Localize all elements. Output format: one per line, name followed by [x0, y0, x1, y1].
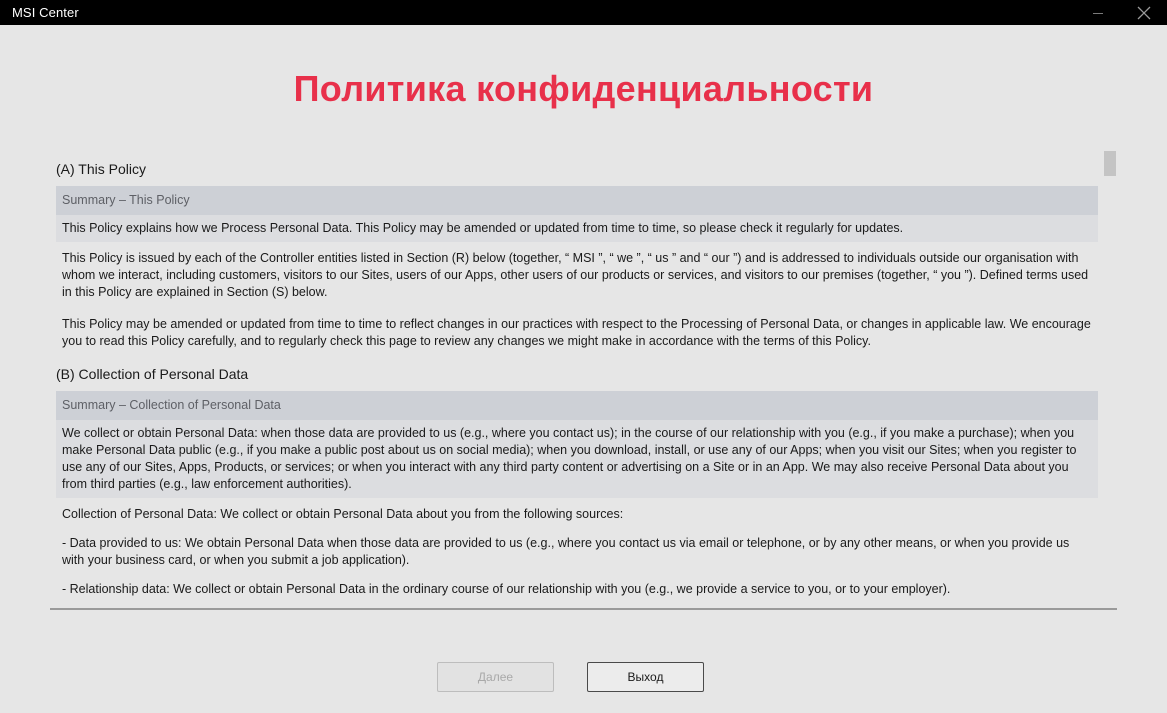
vertical-scrollbar[interactable]: [1104, 151, 1117, 606]
section-a-paragraph: This Policy is issued by each of the Con…: [62, 251, 1089, 299]
section-b-paragraph: Collection of Personal Data: We collect …: [62, 507, 624, 521]
section-a-summary-title: Summary – This Policy: [56, 186, 1098, 215]
section-b-paragraph: - Relationship data: We collect or obtai…: [62, 582, 951, 596]
close-button[interactable]: [1121, 0, 1167, 25]
section-a-title: (A) This Policy: [56, 161, 146, 177]
section-b-summary-text: We collect or obtain Personal Data: when…: [56, 420, 1098, 498]
section-b-summary-title: Summary – Collection of Personal Data: [56, 391, 1098, 420]
section-b-title: (B) Collection of Personal Data: [56, 366, 249, 382]
next-button[interactable]: Далее: [437, 662, 554, 692]
scrollbar-thumb[interactable]: [1104, 151, 1116, 176]
section-a-paragraph: This Policy may be amended or updated fr…: [62, 317, 1091, 348]
title-bar: MSI Center: [0, 0, 1167, 25]
section-b-paragraph: - Data provided to us: We obtain Persona…: [62, 536, 1070, 567]
minimize-button[interactable]: [1075, 0, 1121, 25]
policy-content-frame: (A) This Policy Summary – This Policy Th…: [50, 148, 1117, 610]
close-icon: [1137, 6, 1151, 19]
page-title: Политика конфиденциальности: [293, 68, 874, 109]
window-title: MSI Center: [12, 5, 79, 20]
policy-scroll-area[interactable]: (A) This Policy Summary – This Policy Th…: [56, 148, 1098, 608]
section-a-summary-text: This Policy explains how we Process Pers…: [56, 215, 1098, 242]
exit-button[interactable]: Выход: [587, 662, 704, 692]
minimize-icon: [1093, 12, 1103, 14]
